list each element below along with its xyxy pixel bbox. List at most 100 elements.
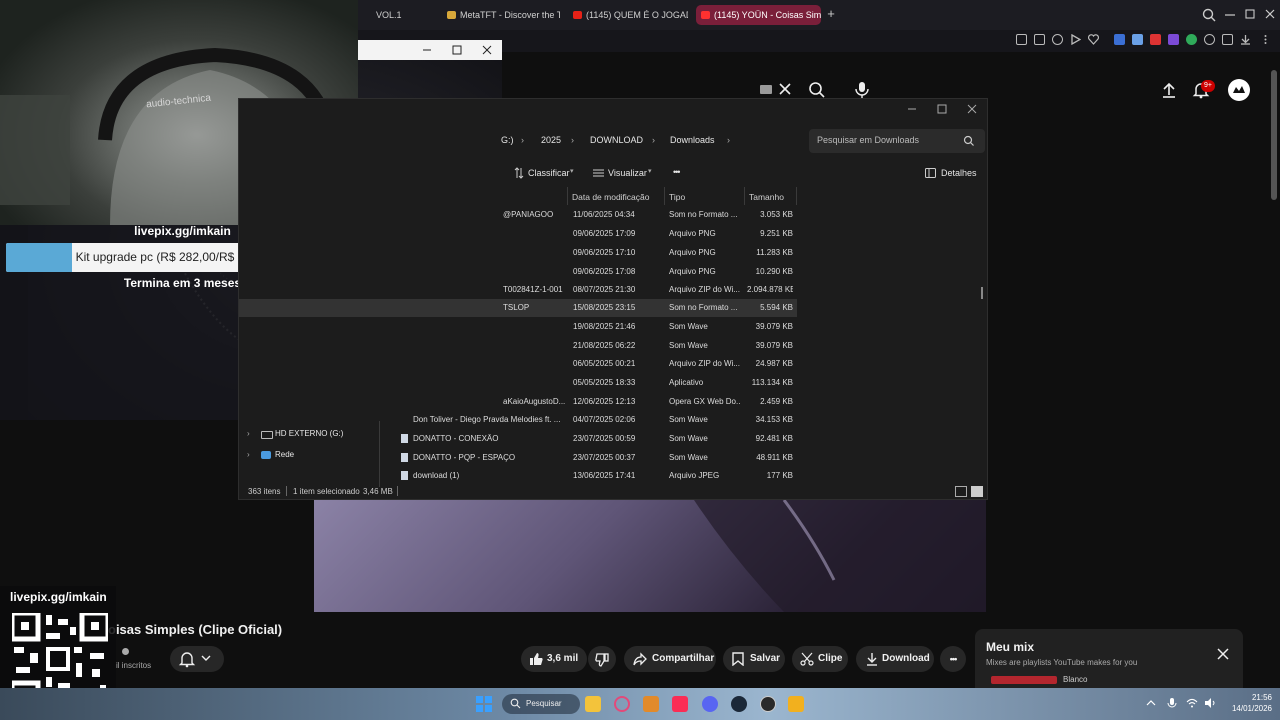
windows-start-icon[interactable] <box>476 696 492 712</box>
more-actions-button[interactable]: ••• <box>940 646 966 672</box>
clear-search-icon[interactable] <box>778 82 792 96</box>
screenshot-icon[interactable] <box>1034 34 1045 45</box>
file-row[interactable]: 19/08/2025 21:46 Som Wave 39.079 KB <box>239 318 989 336</box>
discord-taskbar-icon[interactable] <box>702 696 718 712</box>
preview-maximize-icon[interactable] <box>450 43 464 57</box>
chevron-right-icon: › <box>521 135 524 145</box>
keyboard-icon[interactable] <box>760 85 772 94</box>
wifi-icon[interactable] <box>1186 698 1198 708</box>
video-title: oisas Simples (Clipe Oficial) <box>108 622 283 637</box>
page-scrollbar[interactable] <box>1271 70 1277 200</box>
mix-item-title[interactable]: Blanco <box>1063 675 1087 684</box>
browser-tab-vol1[interactable]: VOL.1 <box>358 5 438 25</box>
file-row[interactable]: 21/08/2025 06:22 Som Wave 39.079 KB <box>239 337 989 355</box>
browser-tab-quem-e-o-jogador[interactable]: (1145) QUEM É O JOGADO <box>568 5 688 25</box>
notification-bell-dropdown[interactable] <box>170 646 224 672</box>
search-icon <box>963 135 975 147</box>
preview-minimize-icon[interactable] <box>420 43 434 57</box>
steam-taskbar-icon[interactable] <box>731 696 747 712</box>
taskbar-time[interactable]: 21:56 <box>1224 693 1272 702</box>
explorer-maximize-icon[interactable] <box>935 102 949 116</box>
extension-blue-icon[interactable] <box>1132 34 1143 45</box>
details-view-icon[interactable] <box>955 486 967 497</box>
download-icon[interactable] <box>1240 34 1251 45</box>
file-row[interactable]: download (1) 13/06/2025 17:41 Arquivo JPEG… <box>239 467 989 485</box>
file-row[interactable]: T002841Z-1-001 08/07/2025 21:30 Arquivo ZI… <box>239 281 989 299</box>
preview-close-icon[interactable] <box>480 43 494 57</box>
microphone-icon[interactable] <box>1167 697 1177 710</box>
download-button[interactable]: Download <box>856 646 934 672</box>
new-tab-button[interactable]: + <box>824 6 838 22</box>
file-explorer-taskbar-icon[interactable] <box>585 696 601 712</box>
tiles-view-icon[interactable] <box>971 486 983 497</box>
file-row[interactable]: aKaioAugustoD... 12/06/2025 12:13 Opera GX… <box>239 393 989 411</box>
column-header-date[interactable]: Data de modificação <box>572 192 650 202</box>
taskbar-search-box[interactable]: Pesquisar <box>502 694 580 714</box>
extension-green-icon[interactable] <box>1186 34 1197 45</box>
breadcrumb-2025[interactable]: 2025 <box>541 135 561 145</box>
more-options-button[interactable]: ••• <box>673 167 681 177</box>
shield-icon[interactable] <box>1052 34 1063 45</box>
minimize-icon[interactable] <box>1222 6 1238 22</box>
chevron-up-icon[interactable] <box>1146 699 1156 707</box>
microphone-icon[interactable] <box>853 80 871 100</box>
like-button[interactable]: 3,6 mil <box>521 646 587 672</box>
browser-tab-metatft[interactable]: MetaTFT - Discover the T <box>442 5 560 25</box>
file-row-selected[interactable]: TSLOP 15/08/2025 23:15 Som no Formato ... 5… <box>239 299 797 317</box>
file-date: 13/06/2025 17:41 <box>573 471 636 480</box>
file-row[interactable]: 09/06/2025 17:10 Arquivo PNG 11.283 KB <box>239 244 989 262</box>
breadcrumb-download[interactable]: DOWNLOAD <box>590 135 643 145</box>
upload-icon[interactable] <box>1160 81 1178 99</box>
file-type: Som Wave <box>669 453 708 462</box>
share-button[interactable]: Compartilhar <box>624 646 716 672</box>
avatar[interactable] <box>1228 79 1250 101</box>
extensions-puzzle-icon[interactable] <box>1204 34 1215 45</box>
app-taskbar-icon[interactable] <box>643 696 659 712</box>
nav-item-rede[interactable]: › Rede <box>247 448 377 464</box>
breadcrumb-drive[interactable]: G:) <box>501 135 514 145</box>
restore-icon[interactable] <box>1242 6 1258 22</box>
file-date: 04/07/2025 02:06 <box>573 415 636 424</box>
save-button[interactable]: Salvar <box>723 646 785 672</box>
app-yellow-taskbar-icon[interactable] <box>788 696 804 712</box>
sidebar-icon[interactable] <box>1222 34 1233 45</box>
music-taskbar-icon[interactable] <box>672 696 688 712</box>
file-row[interactable]: 09/06/2025 17:09 Arquivo PNG 9.251 KB <box>239 225 989 243</box>
explorer-close-icon[interactable] <box>965 102 979 116</box>
clip-button[interactable]: Clipe <box>792 646 848 672</box>
obs-taskbar-icon[interactable] <box>760 696 776 712</box>
video-player[interactable] <box>314 500 986 612</box>
file-date: 06/05/2025 00:21 <box>573 359 636 368</box>
play-icon[interactable] <box>1070 34 1081 45</box>
file-row[interactable]: 09/06/2025 17:08 Arquivo PNG 10.290 KB <box>239 263 989 281</box>
file-row[interactable]: 06/05/2025 00:21 Arquivo ZIP do Wi... 24.9… <box>239 355 989 373</box>
volume-icon[interactable] <box>1204 698 1216 708</box>
column-header-type[interactable]: Tipo <box>669 192 685 202</box>
heart-icon[interactable] <box>1088 34 1099 45</box>
file-row[interactable]: @PANIAGOO 11/06/2025 04:34 Som no Formato … <box>239 206 989 224</box>
menu-dots-icon[interactable] <box>1260 34 1271 45</box>
breadcrumb-downloads[interactable]: Downloads <box>670 135 715 145</box>
dislike-button[interactable] <box>588 646 616 672</box>
mix-card[interactable]: Meu mix Mixes are playlists YouTube make… <box>975 629 1243 688</box>
file-row[interactable]: 05/05/2025 18:33 Aplicativo 113.134 KB <box>239 374 989 392</box>
details-label: Detalhes <box>941 168 977 178</box>
column-header-size[interactable]: Tamanho <box>749 192 784 202</box>
close-mix-icon[interactable] <box>1216 647 1230 661</box>
close-window-icon[interactable] <box>1262 6 1278 22</box>
extension-purple-icon[interactable] <box>1168 34 1179 45</box>
extension-red-icon[interactable] <box>1150 34 1161 45</box>
pin-icon[interactable] <box>1016 34 1027 45</box>
explorer-minimize-icon[interactable] <box>905 102 919 116</box>
opera-gx-taskbar-icon[interactable] <box>614 696 630 712</box>
file-size: 10.290 KB <box>755 267 793 276</box>
explorer-search-input[interactable]: Pesquisar em Downloads <box>809 129 985 153</box>
search-tabs-icon[interactable] <box>1200 6 1218 24</box>
browser-tab-youn-coisas-simples[interactable]: (1145) YOÜN - Coisas Simp <box>696 5 821 25</box>
taskbar-date[interactable]: 14/01/2026 <box>1224 704 1272 713</box>
mix-thumbnail[interactable] <box>991 676 1057 684</box>
search-icon[interactable] <box>808 81 826 99</box>
file-list-scrollbar[interactable] <box>981 287 983 299</box>
translate-extension-icon[interactable] <box>1114 34 1125 45</box>
nav-item-hd-externo[interactable]: › HD EXTERNO (G:) <box>247 427 377 443</box>
